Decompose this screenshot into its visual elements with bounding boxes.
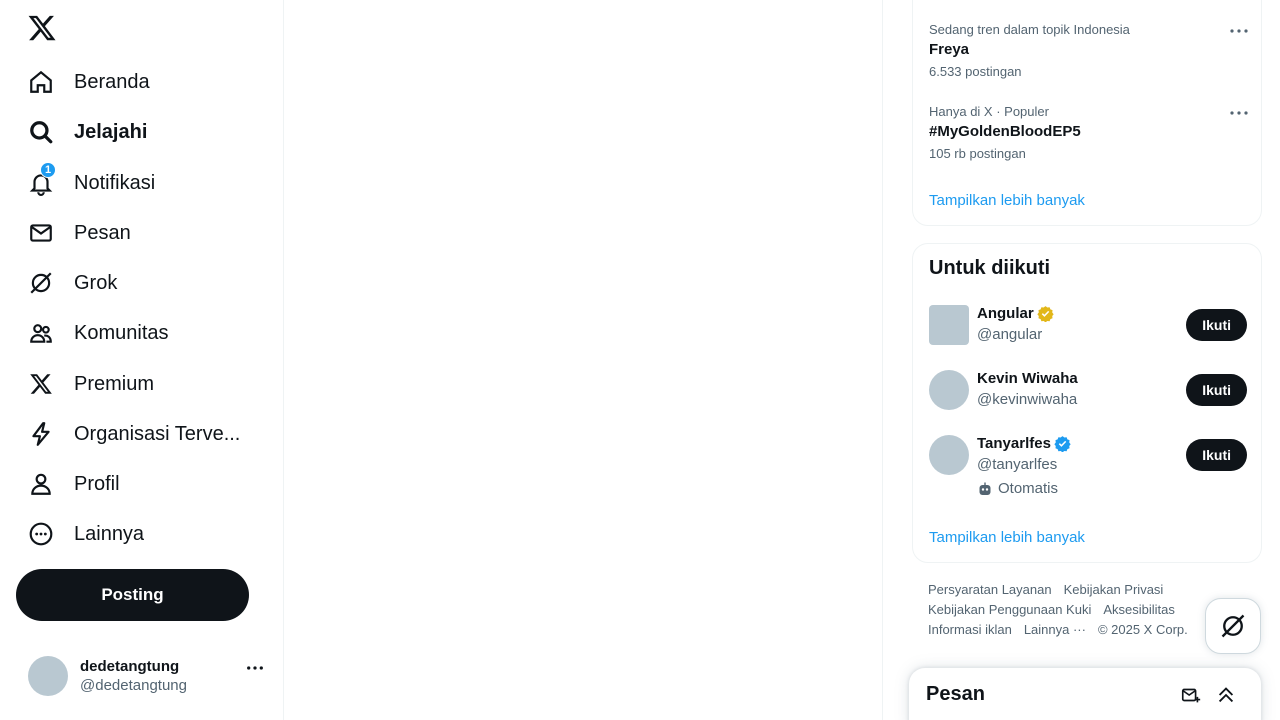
nav-item-premium[interactable]: Premium <box>16 360 276 408</box>
left-sidebar: Beranda Jelajahi 1 Notifikasi Pesan Grok… <box>0 0 284 720</box>
nav-label: Beranda <box>74 70 150 93</box>
verified-gold-icon <box>1037 306 1054 322</box>
user-handle: @kevinwiwaha <box>977 391 1078 408</box>
copyright: © 2025 X Corp. <box>1097 622 1188 637</box>
follow-suggestion[interactable]: Kevin Wiwaha @kevinwiwaha Ikuti <box>929 370 1247 420</box>
home-icon <box>27 68 55 96</box>
nav-item-verified-orgs[interactable]: Organisasi Terve... <box>16 410 276 458</box>
user-name: Tanyarlfes <box>977 435 1051 452</box>
post-button[interactable]: Posting <box>16 569 249 621</box>
trend-meta: Sedang tren dalam topik Indonesia <box>929 22 1130 37</box>
grok-icon <box>27 269 55 297</box>
nav-label: Jelajahi <box>74 120 148 143</box>
notification-badge: 1 <box>40 162 56 178</box>
account-handle: @dedetangtung <box>80 677 187 694</box>
verified-blue-icon <box>1054 436 1071 452</box>
grok-float-button[interactable] <box>1205 598 1261 654</box>
footer-link[interactable]: Kebijakan Penggunaan Kuki <box>928 602 1091 617</box>
nav-item-notifications[interactable]: 1 Notifikasi <box>16 159 276 207</box>
nav-label: Organisasi Terve... <box>74 422 241 445</box>
footer-link[interactable]: Kebijakan Privasi <box>1064 582 1164 597</box>
automated-text: Otomatis <box>998 480 1059 497</box>
new-message-icon[interactable] <box>1180 684 1202 706</box>
trend-item[interactable]: Hanya di X · Populer #MyGoldenBloodEP5 1… <box>929 104 1249 161</box>
footer-link[interactable]: Persyaratan Layanan <box>928 582 1052 597</box>
more-horizontal-icon[interactable] <box>1229 26 1249 36</box>
nav-label: Komunitas <box>74 321 169 344</box>
chevron-double-up-icon[interactable] <box>1215 684 1237 706</box>
bell-icon: 1 <box>27 162 56 197</box>
section-title: Untuk diikuti <box>929 257 1051 279</box>
nav-label: Pesan <box>74 221 131 244</box>
robot-icon <box>979 482 991 495</box>
nav-label: Premium <box>74 372 155 395</box>
trend-count: 105 rb postingan <box>929 146 1026 161</box>
trend-item[interactable]: Sedang tren dalam topik Indonesia Freya … <box>929 22 1249 79</box>
footer-link[interactable]: Informasi iklan <box>928 622 1012 637</box>
more-circle-icon <box>27 520 55 548</box>
grok-icon <box>1221 614 1245 638</box>
avatar <box>929 305 969 345</box>
show-more-link[interactable]: Tampilkan lebih banyak <box>929 192 1085 209</box>
nav-item-grok[interactable]: Grok <box>16 259 276 307</box>
person-icon <box>27 470 55 498</box>
search-icon <box>27 118 55 146</box>
trend-meta: Hanya di X · Populer <box>929 104 1049 119</box>
mail-icon <box>27 219 55 247</box>
nav-label: Grok <box>74 271 118 294</box>
more-horizontal-icon[interactable] <box>1229 108 1249 118</box>
trend-title: #MyGoldenBloodEP5 <box>929 123 1081 140</box>
more-horizontal-icon <box>247 666 263 670</box>
trend-count: 6.533 postingan <box>929 64 1022 79</box>
automated-label: Otomatis <box>977 480 1058 497</box>
nav-item-more[interactable]: Lainnya <box>16 510 276 558</box>
main-column <box>284 0 883 720</box>
lightning-icon <box>27 420 55 448</box>
messages-drawer[interactable]: Pesan <box>909 668 1261 720</box>
footer-links: Persyaratan Layanan Kebijakan Privasi Keb… <box>928 580 1208 640</box>
nav-item-communities[interactable]: Komunitas <box>16 309 276 357</box>
people-icon <box>27 319 55 347</box>
nav-item-profile[interactable]: Profil <box>16 460 276 508</box>
account-name: dedetangtung <box>80 658 180 675</box>
follow-suggestion[interactable]: Tanyarlfes @tanyarlfes Otomatis Ikuti <box>929 435 1247 505</box>
user-handle: @angular <box>977 326 1043 343</box>
trend-title: Freya <box>929 41 970 58</box>
trends-card: Sedang tren dalam topik Indonesia Freya … <box>912 0 1262 226</box>
drawer-title: Pesan <box>926 683 985 705</box>
user-handle: @tanyarlfes <box>977 456 1058 473</box>
nav-label: Profil <box>74 472 120 495</box>
account-switcher[interactable]: dedetangtung @dedetangtung <box>16 645 276 707</box>
nav-item-messages[interactable]: Pesan <box>16 209 276 257</box>
nav-label: Notifikasi <box>74 171 156 194</box>
user-name: Kevin Wiwaha <box>977 370 1078 387</box>
who-to-follow-card: Untuk diikuti Angular @angular Ikuti Kev… <box>912 243 1262 563</box>
follow-button[interactable]: Ikuti <box>1186 374 1247 406</box>
show-more-link[interactable]: Tampilkan lebih banyak <box>929 529 1085 546</box>
avatar <box>929 370 969 410</box>
nav-item-explore[interactable]: Jelajahi <box>16 108 276 156</box>
user-name: Angular <box>977 305 1034 322</box>
follow-button[interactable]: Ikuti <box>1186 439 1247 471</box>
follow-suggestion[interactable]: Angular @angular Ikuti <box>929 305 1247 355</box>
avatar <box>929 435 969 475</box>
nav-label: Lainnya <box>74 522 145 545</box>
nav-item-home[interactable]: Beranda <box>16 58 276 106</box>
follow-button[interactable]: Ikuti <box>1186 309 1247 341</box>
x-logo-icon[interactable] <box>27 13 57 43</box>
x-logo-icon <box>27 370 55 398</box>
footer-link[interactable]: Aksesibilitas <box>1103 602 1175 617</box>
footer-more-link[interactable]: Lainnya ··· <box>1024 622 1086 637</box>
avatar <box>28 656 68 696</box>
